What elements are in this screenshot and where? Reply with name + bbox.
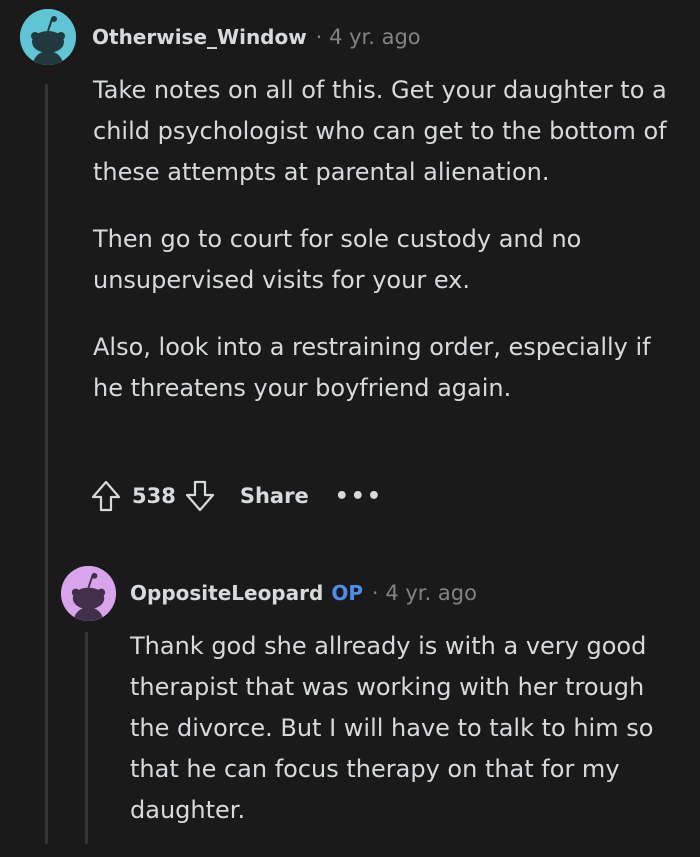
timestamp[interactable]: 4 yr. ago: [329, 25, 421, 49]
upvote-icon[interactable]: [88, 478, 124, 514]
comment-meta: OppositeLeopard OP · 4 yr. ago: [130, 581, 477, 605]
separator-dot: ·: [315, 25, 323, 49]
comment-paragraph: Also, look into a restraining order, esp…: [93, 333, 651, 402]
comment-paragraph: Thank god she allready is with a very go…: [130, 632, 654, 824]
comment-paragraph: Then go to court for sole custody and no…: [93, 225, 582, 294]
snoo-avatar-icon: [20, 9, 76, 65]
comment-paragraph: Take notes on all of this. Get your daug…: [93, 76, 667, 186]
more-options-icon[interactable]: •••: [335, 484, 383, 509]
avatar[interactable]: [61, 566, 116, 621]
downvote-icon[interactable]: [182, 478, 218, 514]
timestamp[interactable]: 4 yr. ago: [385, 581, 477, 605]
op-badge: OP: [331, 581, 363, 605]
comment-body: Thank god she allready is with a very go…: [130, 626, 665, 857]
comment-body: Take notes on all of this. Get your daug…: [93, 70, 683, 435]
share-button[interactable]: Share: [240, 484, 309, 508]
avatar[interactable]: [20, 9, 76, 65]
separator-dot: ·: [371, 581, 379, 605]
vote-score: 538: [132, 484, 176, 508]
thread-line[interactable]: [45, 84, 48, 844]
username[interactable]: OppositeLeopard: [130, 581, 323, 605]
comment-actions: 538 Share •••: [88, 478, 383, 514]
username[interactable]: Otherwise_Window: [92, 25, 307, 49]
snoo-avatar-icon: [61, 566, 116, 621]
thread-line[interactable]: [85, 632, 88, 844]
comment-meta: Otherwise_Window · 4 yr. ago: [92, 25, 421, 49]
